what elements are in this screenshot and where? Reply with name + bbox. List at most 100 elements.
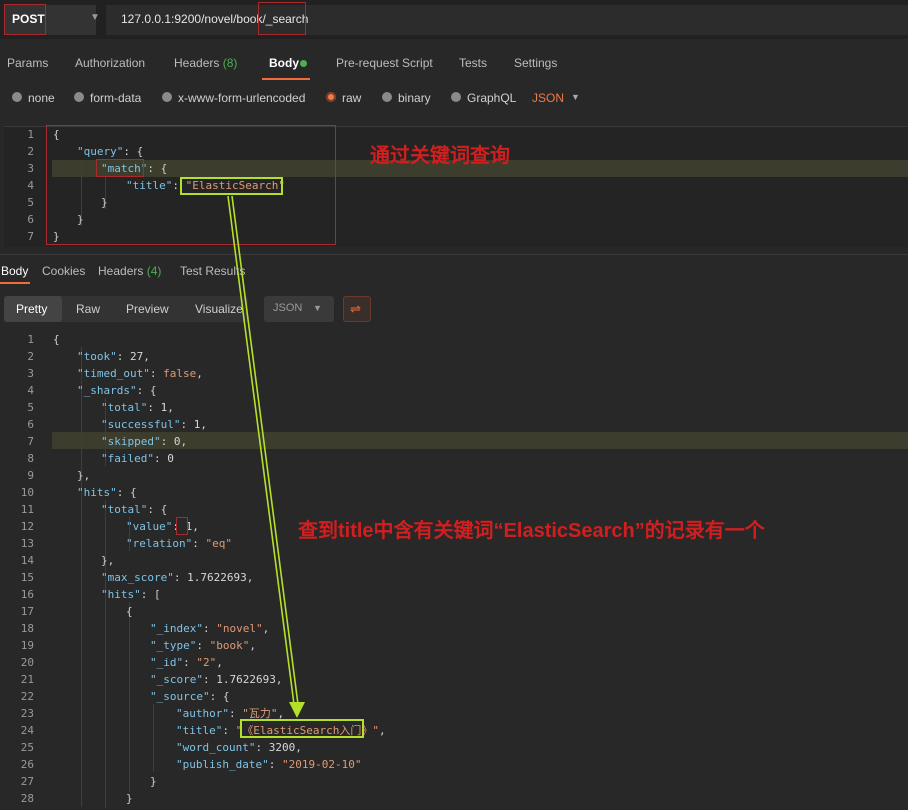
line-number: 6 [27, 213, 34, 226]
line-number: 9 [27, 469, 34, 482]
response-tab-headers[interactable]: Headers (4) [98, 264, 161, 278]
code-line: "_score": 1.7622693, [150, 673, 283, 686]
line-number: 5 [27, 196, 34, 209]
json-string: "2019-02-10" [281, 758, 362, 771]
radio-binary[interactable] [382, 92, 392, 102]
line-number: 14 [20, 554, 34, 567]
json-number: 27 [130, 350, 144, 363]
code-line: "_id": "2", [150, 656, 223, 669]
tab-pre-request-script[interactable]: Pre-request Script [336, 56, 433, 70]
line-number: 7 [27, 230, 34, 243]
tab-headers-label: Headers [174, 56, 220, 70]
line-number: 22 [20, 690, 34, 703]
code-line: "_type": "book", [150, 639, 256, 652]
radio-none-label: none [28, 91, 55, 105]
code-line: "hits": { [77, 486, 137, 499]
tab-headers-count: (8) [222, 56, 238, 70]
response-tab-cookies[interactable]: Cookies [42, 264, 85, 278]
indent-guide [153, 704, 154, 772]
query-annotation: 通过关键词查询 [370, 145, 510, 167]
tab-body[interactable]: Body [269, 56, 299, 70]
view-preview-button[interactable]: Preview [126, 302, 169, 316]
radio-raw[interactable] [326, 92, 336, 102]
code-line: "word_count": 3200, [176, 741, 302, 754]
radio-x-www-form-urlencoded[interactable] [162, 92, 172, 102]
tab-params[interactable]: Params [7, 56, 48, 70]
result-annotation: 查到title中含有关键词“ElasticSearch”的记录有一个 [298, 520, 765, 542]
radio-raw-label: raw [342, 91, 362, 105]
radio-graphql-label: GraphQL [467, 91, 517, 105]
json-string: "book" [209, 639, 250, 652]
body-modified-dot-icon [300, 60, 307, 67]
line-number: 2 [27, 350, 34, 363]
line-number: 11 [20, 503, 34, 516]
code-line: { [126, 605, 133, 618]
view-visualize-button[interactable]: Visualize [195, 302, 243, 316]
line-number: 7 [27, 435, 34, 448]
json-string: "2" [196, 656, 217, 669]
line-number: 18 [20, 622, 34, 635]
code-line: "failed": 0 [101, 452, 174, 465]
line-number: 24 [20, 724, 34, 737]
keyword-highlight-box [180, 177, 283, 195]
line-number: 3 [27, 162, 34, 175]
json-number: 0 [167, 452, 174, 465]
chevron-down-icon[interactable]: ▼ [571, 92, 580, 102]
line-number: 4 [27, 179, 34, 192]
line-number: 3 [27, 367, 34, 380]
radio-graphql[interactable] [451, 92, 461, 102]
line-number: 10 [20, 486, 34, 499]
json-string: "novel" [216, 622, 263, 635]
code-line: "hits": [ [101, 588, 161, 601]
line-number: 12 [20, 520, 34, 533]
value-highlight-box [176, 517, 188, 535]
code-line: }, [101, 554, 115, 567]
line-number: 19 [20, 639, 34, 652]
code-line: "timed_out": false, [77, 367, 203, 380]
code-line: "publish_date": "2019-02-10" [176, 758, 362, 771]
code-line: } [150, 775, 157, 788]
json-number: 1.7622693 [216, 673, 276, 686]
line-number: 16 [20, 588, 34, 601]
code-line: { [53, 333, 60, 346]
tab-settings[interactable]: Settings [514, 56, 557, 70]
indent-guide [129, 602, 130, 792]
chevron-down-icon: ▼ [313, 303, 322, 313]
line-number: 4 [27, 384, 34, 397]
line-number: 1 [27, 333, 34, 346]
code-line: "successful": 1, [101, 418, 207, 431]
line-number: 28 [20, 792, 34, 805]
view-raw-button[interactable]: Raw [76, 302, 100, 316]
indent-guide [105, 500, 106, 808]
code-line: "_shards": { [77, 384, 157, 397]
view-pretty-button[interactable]: Pretty [16, 302, 47, 316]
method-highlight-box [4, 4, 46, 35]
line-number: 27 [20, 775, 34, 788]
line-number: 8 [27, 452, 34, 465]
line-number: 20 [20, 656, 34, 669]
chevron-down-icon[interactable]: ▼ [90, 12, 100, 23]
line-number: 21 [20, 673, 34, 686]
response-tab-body[interactable]: Body [1, 264, 28, 278]
match-highlight-box [96, 159, 144, 177]
radio-form-data-label: form-data [90, 91, 142, 105]
title-result-highlight-box [240, 719, 364, 738]
active-tab-indicator [0, 282, 30, 284]
tab-headers[interactable]: Headers (8) [174, 56, 237, 70]
response-tab-test-results[interactable]: Test Results [180, 264, 245, 278]
code-line: "took": 27, [77, 350, 150, 363]
response-tab-headers-label: Headers [98, 264, 144, 278]
tab-authorization[interactable]: Authorization [75, 56, 145, 70]
code-line: "_source": { [150, 690, 230, 703]
radio-none[interactable] [12, 92, 22, 102]
line-number: 2 [27, 145, 34, 158]
radio-binary-label: binary [398, 91, 431, 105]
body-format-select[interactable]: JSON [532, 91, 564, 105]
json-number: 1.7622693 [187, 571, 247, 584]
code-line: "skipped": 0, [101, 435, 188, 448]
line-number: 26 [20, 758, 34, 771]
radio-form-data[interactable] [74, 92, 84, 102]
line-number: 15 [20, 571, 34, 584]
tab-tests[interactable]: Tests [459, 56, 487, 70]
endpoint-highlight-box [258, 2, 306, 35]
